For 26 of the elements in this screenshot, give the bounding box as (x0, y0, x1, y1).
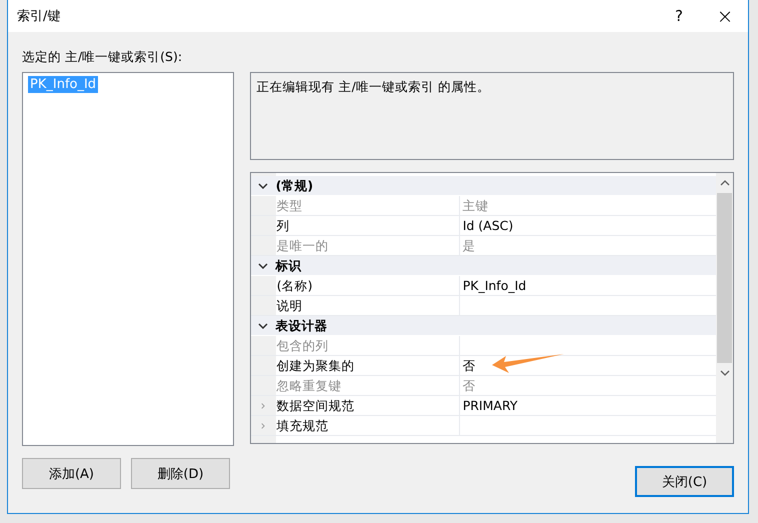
scroll-down-icon[interactable] (720, 370, 730, 376)
property-value[interactable]: PK_Info_Id (460, 276, 716, 295)
scrollbar[interactable] (716, 173, 733, 443)
property-name[interactable]: 列 (276, 216, 460, 235)
category-label[interactable]: 标识 (276, 256, 302, 275)
category-label[interactable]: (常规) (276, 176, 314, 195)
property-value[interactable]: Id (ASC) (460, 216, 716, 235)
expanded-caret-icon[interactable] (258, 322, 268, 328)
property-name[interactable]: 创建为聚集的 (276, 356, 460, 375)
property-value[interactable]: PRIMARY (460, 396, 716, 415)
property-value[interactable]: 否 (460, 356, 716, 375)
list-label: 选定的 主/唯一键或索引(S): (22, 48, 184, 66)
close-dialog-button[interactable]: 关闭(C) (635, 466, 734, 497)
property-name[interactable]: (名称) (276, 276, 460, 295)
category-label[interactable]: 表设计器 (276, 316, 328, 335)
property-name[interactable]: 数据空间规范 (276, 396, 460, 415)
scroll-up-icon[interactable] (720, 180, 730, 186)
description-box: 正在编辑现有 主/唯一键或索引 的属性。 (250, 72, 734, 160)
property-name[interactable]: 填充规范 (276, 416, 460, 435)
delete-button[interactable]: 删除(D) (131, 458, 230, 489)
expanded-caret-icon[interactable] (258, 262, 268, 268)
add-button[interactable]: 添加(A) (22, 458, 121, 489)
scrollbar-thumb[interactable] (717, 193, 732, 363)
property-name[interactable]: 说明 (276, 296, 460, 315)
expanded-caret-icon[interactable] (258, 182, 268, 188)
window-title: 索引/键 (17, 8, 62, 25)
